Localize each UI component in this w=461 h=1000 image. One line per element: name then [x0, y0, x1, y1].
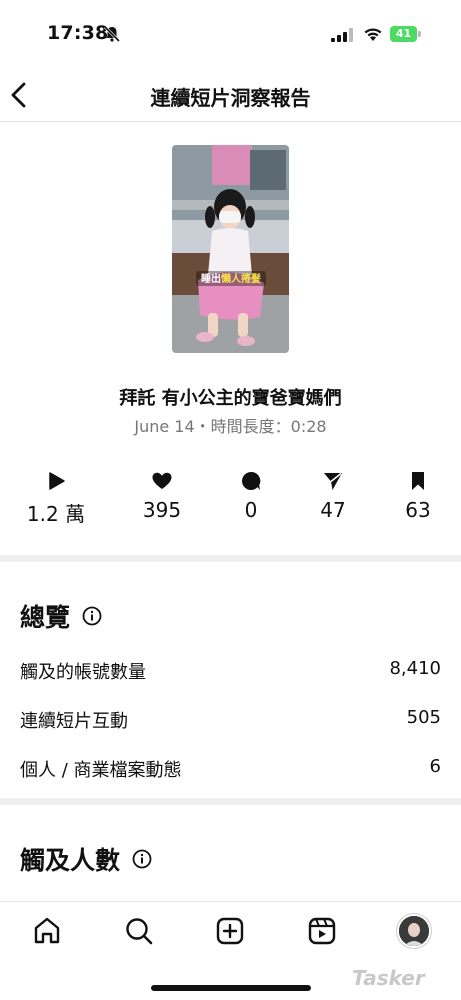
overview-row-profile-activity: 個人 / 商業檔案動態 6 [20, 756, 441, 782]
bottom-tab-bar [0, 902, 461, 962]
silent-bell-icon [103, 25, 121, 43]
comments-stat: 0 [206, 470, 296, 522]
share-icon [324, 472, 342, 490]
play-icon [49, 472, 65, 490]
overlay-text-yellow: 懶人捲髮 [221, 272, 261, 285]
saves-count: 63 [405, 498, 431, 522]
video-meta: June 14・時間長度：0:28 [134, 417, 327, 436]
likes-stat: 395 [117, 470, 207, 522]
home-icon[interactable] [30, 914, 64, 948]
thumbnail-image: 睡出懶人捲髮 [172, 145, 289, 353]
interactions-value: 505 [406, 707, 441, 728]
reach-label: 觸及的帳號數量 [20, 662, 146, 683]
battery-icon: 41 [390, 26, 421, 42]
interactions-label: 連續短片互動 [20, 711, 128, 732]
header-divider [0, 121, 461, 122]
wifi-icon [364, 28, 382, 41]
profile-activity-value: 6 [429, 756, 441, 777]
info-icon[interactable] [132, 849, 152, 869]
reach-value: 8,410 [389, 658, 441, 679]
page-title: 連續短片洞察報告 [150, 86, 311, 110]
svg-text:睡出懶人捲髮: 睡出懶人捲髮 [201, 272, 261, 285]
reels-icon[interactable] [305, 914, 339, 948]
comment-icon [241, 471, 261, 490]
create-icon[interactable] [213, 914, 247, 948]
home-indicator[interactable] [151, 985, 311, 991]
avatar [397, 914, 431, 948]
comments-count: 0 [244, 498, 258, 522]
section-divider-2 [0, 798, 461, 805]
overview-row-reach: 觸及的帳號數量 8,410 [20, 658, 441, 684]
profile-activity-label: 個人 / 商業檔案動態 [20, 760, 182, 781]
video-title: 拜託 有小公主的寶爸寶媽們 [119, 388, 342, 409]
section-divider [0, 555, 461, 562]
overview-title: 總覽 [20, 603, 71, 632]
reach-section-title: 觸及人數 [20, 841, 152, 877]
status-time: 17:38 [47, 22, 109, 44]
video-thumbnail[interactable]: 睡出懶人捲髮 [172, 145, 289, 353]
search-icon[interactable] [122, 914, 156, 948]
bookmark-icon [412, 472, 424, 490]
plays-count: 1.2 萬 [26, 502, 86, 526]
saves-stat: 63 [373, 470, 461, 522]
battery-level: 41 [390, 26, 417, 42]
overview-section-title: 總覽 [20, 598, 102, 634]
cellular-signal-icon [331, 28, 353, 42]
shares-stat: 47 [288, 470, 378, 522]
reach-title: 觸及人數 [20, 846, 121, 875]
plays-stat: 1.2 萬 [11, 470, 101, 527]
heart-icon [152, 472, 172, 489]
likes-count: 395 [142, 498, 182, 522]
shares-count: 47 [320, 498, 346, 522]
profile-avatar[interactable] [397, 914, 431, 948]
overlay-text-white: 睡出 [201, 272, 221, 285]
overview-row-interactions: 連續短片互動 505 [20, 707, 441, 733]
info-icon[interactable] [82, 606, 102, 626]
tasker-watermark: Tasker [352, 966, 425, 990]
